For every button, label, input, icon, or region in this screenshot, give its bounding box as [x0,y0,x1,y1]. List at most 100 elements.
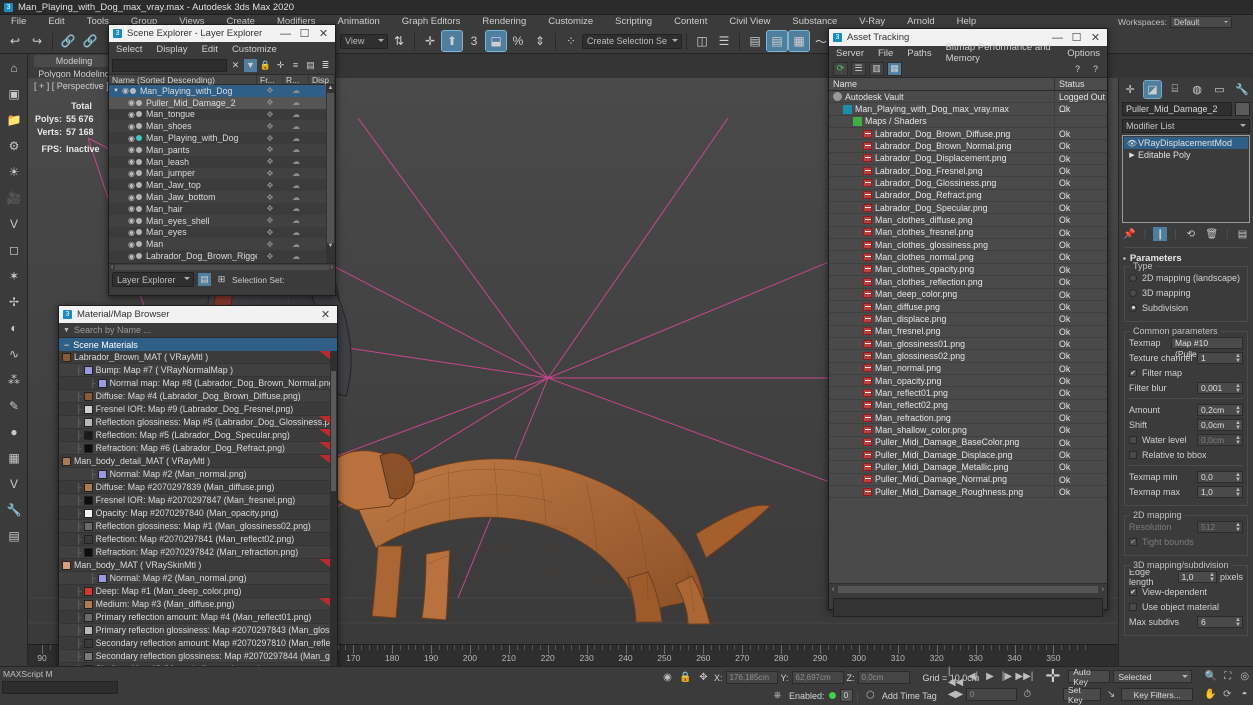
menu-customize[interactable]: Customize [537,15,604,29]
texmap-max-spinner[interactable]: 1,0 ▲ ▼ [1197,485,1243,498]
layer-properties-icon[interactable]: ▤ [304,59,317,72]
eye-icon[interactable]: ◉ [127,204,136,213]
at-menu-options[interactable]: Options [1060,48,1107,59]
list-view-icon[interactable]: ☰ [851,61,866,76]
angle-snap-icon[interactable]: ⇕ [530,31,550,51]
close-icon[interactable]: ✕ [1086,30,1105,45]
eye-icon[interactable]: ◉ [127,98,136,107]
se-menu-select[interactable]: Select [109,44,149,55]
modify-tab[interactable]: ◪ [1142,79,1162,99]
eye-icon[interactable]: ◉ [127,240,136,249]
checkbox-icon[interactable] [1129,602,1137,611]
material-browser-row[interactable]: ├ Reflection glossiness: Map #5 (Labrador… [59,416,337,429]
asset-tracking-row[interactable]: Puller_Midi_Damage_Roughness.png Ok [829,486,1107,499]
geometry-icon[interactable]: ◻ [2,238,26,262]
eye-icon[interactable]: ◉ [121,86,130,95]
collapse-icon[interactable]: − [64,340,69,350]
column-name[interactable]: Name (Sorted Descending) [109,75,257,85]
menu-scripting[interactable]: Scripting [604,15,663,29]
frozen-cell[interactable]: ✥ [257,145,283,154]
asset-tracking-row[interactable]: Man_opacity.png Ok [829,374,1107,388]
clear-search-icon[interactable]: ✕ [229,59,242,72]
eye-icon[interactable]: ◉ [127,252,136,261]
key-toggle-button[interactable]: 0 [839,689,853,702]
key-mode-toggle-icon[interactable]: ◀▶ [948,687,963,702]
amount-spinner[interactable]: 0,2cm ▲ ▼ [1197,403,1243,416]
spinner-arrows-icon[interactable]: ▲ ▼ [1235,617,1241,628]
ref-coord-system-combo[interactable]: View [340,33,388,49]
relative-bbox-row[interactable]: Relative to bbox [1129,448,1243,461]
select-link-icon[interactable]: 🔗 [58,31,78,51]
close-icon[interactable]: ✕ [316,307,335,322]
texmap-button[interactable]: Map #10 (Puller_... [1171,336,1243,359]
key-mode-combo[interactable]: Selected [1113,670,1193,683]
material-browser-row[interactable]: ├ Normal: Map #2 (Man_normal.png) [59,468,337,481]
use-pivot-center-icon[interactable]: ⇅ [389,31,409,51]
radio-icon[interactable] [1129,273,1137,282]
refresh-assets-icon[interactable]: ⟳ [833,61,848,76]
material-browser-row[interactable]: ├ Fresnel IOR: Map #9 (Labrador_Dog_Fresn… [59,403,337,416]
frozen-cell[interactable]: ✥ [257,122,283,131]
asset-tracking-row[interactable]: Man_clothes_glossiness.png Ok [829,239,1107,252]
renderable-cell[interactable]: ☁ [283,122,309,131]
render-setup-icon[interactable]: ⚙ [2,134,26,158]
material-browser-row[interactable]: Man_body_MAT ( VRaySkinMtl ) [59,559,337,572]
maximize-icon[interactable]: ☐ [1067,30,1086,45]
menu-substance[interactable]: Substance [781,15,848,29]
explorer-mode-combo[interactable]: Layer Explorer [112,272,194,287]
add-layer-icon[interactable]: ✛ [274,59,287,72]
pin-stack-icon[interactable]: 📌 [1123,227,1137,241]
object-name-field[interactable]: Puller_Mid_Damage_2 [1122,102,1232,116]
modifier-stack[interactable]: 👁 VRayDisplacementMod ▶ Editable Poly [1122,135,1250,223]
scroll-up-icon[interactable]: ▲ [326,85,335,93]
se-menu-display[interactable]: Display [149,44,194,55]
vray-frame-buffer-icon[interactable]: V [2,212,26,236]
view-dependent-row[interactable]: ✔ View-dependent [1129,585,1243,598]
expand-icon[interactable]: ▶ [1126,151,1138,159]
material-browser-row[interactable]: Labrador_Brown_MAT ( VRayMtl ) [59,351,337,364]
menu-civil-view[interactable]: Civil View [718,15,781,29]
renderable-cell[interactable]: ☁ [283,204,309,213]
scene-explorer-search-input[interactable] [112,58,227,72]
renderable-cell[interactable]: ☁ [283,252,309,261]
asset-tracking-row[interactable]: Man_clothes_normal.png Ok [829,251,1107,264]
camera-icon[interactable]: 🎥 [2,186,26,210]
scene-explorer-hscrollbar[interactable]: ‹ › [109,263,335,271]
use-object-material-row[interactable]: Use object material [1129,600,1243,613]
maxscript-mini-listener[interactable]: MAXScript M [0,667,120,705]
select-and-scale-icon[interactable]: 3 [464,31,484,51]
motion-tab[interactable]: ◍ [1189,81,1206,98]
renderable-cell[interactable]: ☁ [283,145,309,154]
asset-tracking-row[interactable]: Labrador_Dog_Fresnel.png Ok [829,165,1107,178]
selection-set-icon[interactable]: ⊞ [215,273,228,286]
current-frame-field[interactable]: 0 [966,688,1018,701]
asset-tracking-row[interactable]: Puller_Midi_Damage_Displace.png Ok [829,448,1107,462]
material-browser-row[interactable]: ├ Reflection: Map #5 (Labrador_Dog_Specul… [59,429,337,442]
scene-explorer-row[interactable]: ◉ Man_leash ✥ ☁ [109,156,335,168]
asset-tracking-row[interactable]: Labrador_Dog_Specular.png Ok [829,202,1107,215]
y-coordinate-field[interactable]: 62,697cm [791,671,844,684]
modifier-stack-item-vraydisplacement[interactable]: 👁 VRayDisplacementMod [1124,137,1248,149]
vray-tools-icon[interactable]: V [2,472,26,496]
asset-tracking-row[interactable]: Man_fresnel.png Ok [829,325,1107,338]
se-menu-customize[interactable]: Customize [225,44,284,55]
material-browser-row[interactable]: ├ Medium: Map #3 (Man_diffuse.png) [59,598,337,611]
spline-icon[interactable]: ∿ [2,342,26,366]
scene-explorer-row[interactable]: ◉ Man_shoes ✥ ☁ [109,120,335,133]
frozen-cell[interactable]: ✥ [257,193,283,202]
asset-tracking-row[interactable]: Puller_Midi_Damage_BaseColor.png Ok [829,436,1107,449]
select-and-rotate-icon[interactable]: ⬆ [441,30,463,52]
frozen-cell[interactable]: ✥ [257,110,283,119]
ribbon-tab-modeling[interactable]: Modeling [34,55,114,67]
renderable-cell[interactable]: ☁ [283,240,309,249]
renderable-cell[interactable]: ☁ [283,193,309,202]
asset-tracking-row[interactable]: Man_refraction.png Ok [829,411,1107,425]
eye-icon[interactable]: 👁 [1126,139,1138,148]
renderable-cell[interactable]: ☁ [283,98,309,107]
selection-lock-status-icon[interactable]: ◉ [660,670,675,685]
auto-key-button[interactable]: Auto Key [1068,667,1111,687]
material-map-browser-window[interactable]: 3 Material/Map Browser ✕ ▼ Search by Nam… [58,305,338,695]
zoom-icon[interactable]: 🔍 [1204,669,1218,684]
max-subdivs-spinner[interactable]: 6 ▲ ▼ [1197,615,1243,628]
material-browser-row[interactable]: Man_body_detail_MAT ( VRayMtl ) [59,455,337,468]
